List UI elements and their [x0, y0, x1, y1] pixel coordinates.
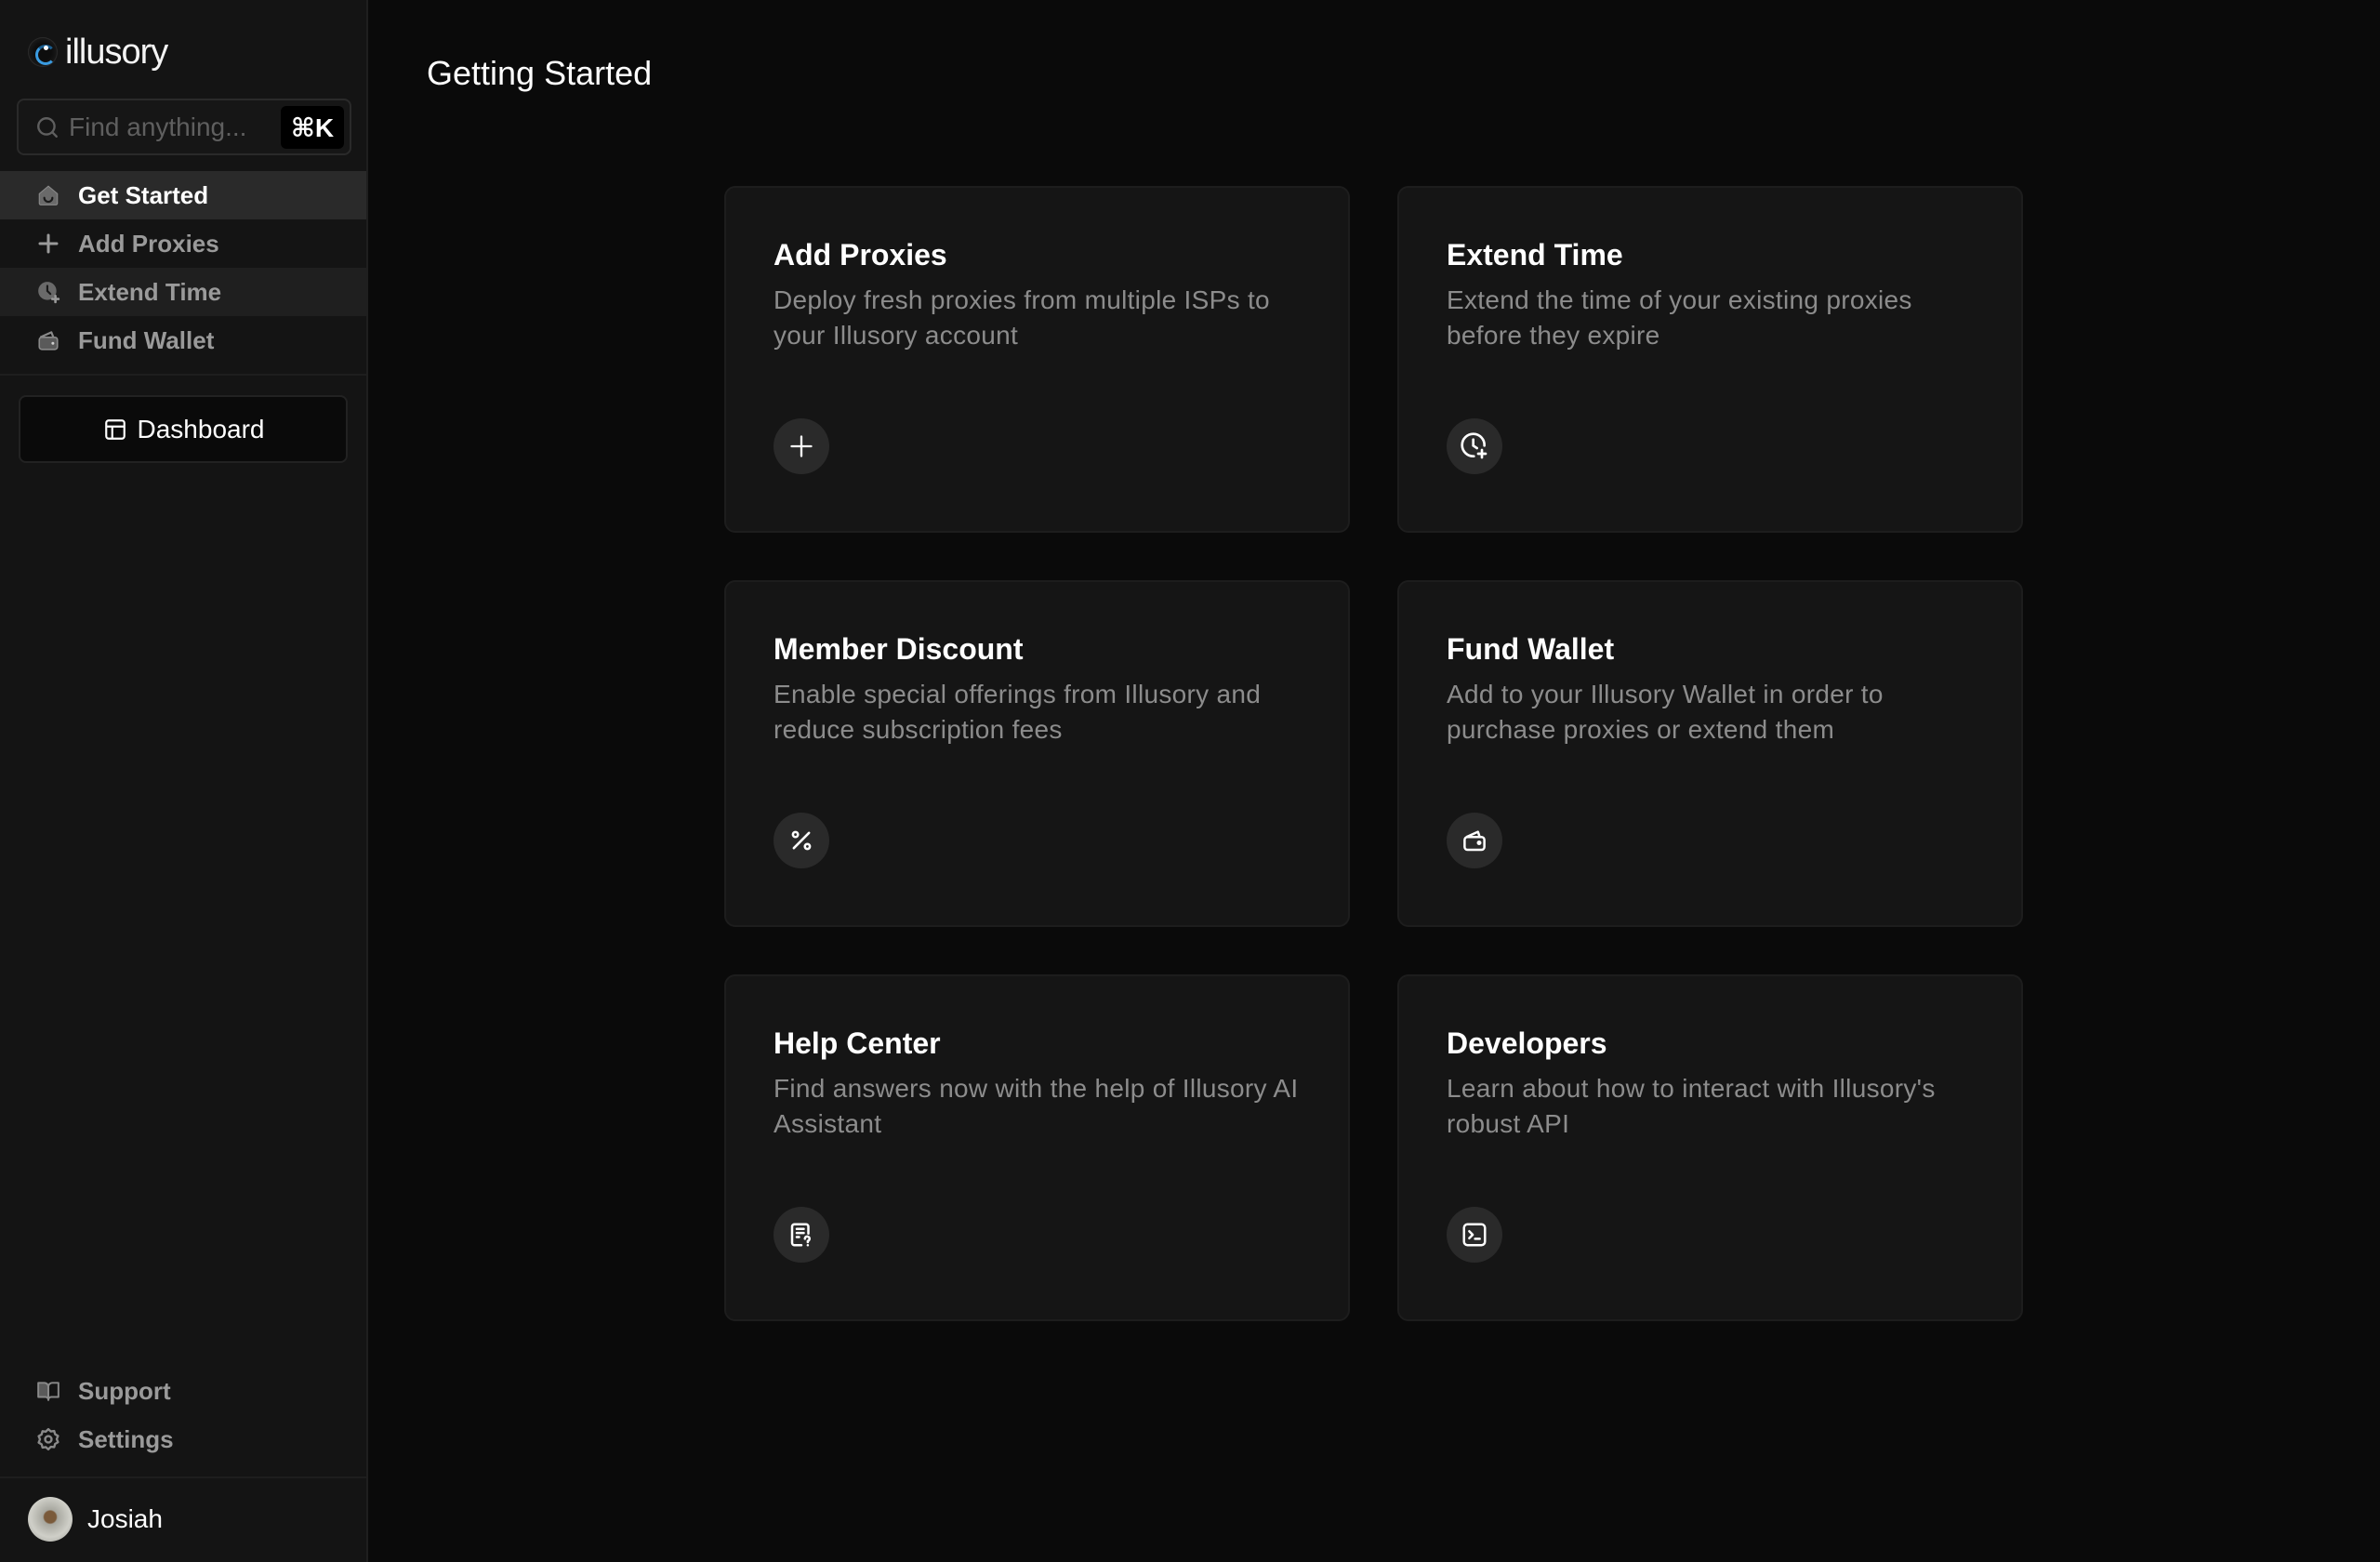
sidebar-item-label: Extend Time [78, 277, 222, 306]
card-title: Fund Wallet [1447, 632, 1615, 666]
card-title: Help Center [774, 1026, 941, 1060]
sidebar-item-settings[interactable]: Settings [0, 1415, 366, 1463]
sidebar-divider [0, 1476, 366, 1478]
sidebar: illusory ⌘K Get Started Add Proxies Exte… [0, 0, 368, 1562]
clock-plus-icon [35, 279, 61, 305]
sidebar-item-label: Support [78, 1376, 171, 1405]
gear-icon [35, 1426, 61, 1452]
app-name: illusory [65, 33, 168, 72]
card-extend-time[interactable]: Extend Time Extend the time of your exis… [1397, 186, 2023, 533]
search-icon [35, 115, 60, 139]
sidebar-item-fund-wallet[interactable]: Fund Wallet [0, 316, 366, 364]
wallet-icon [1447, 813, 1502, 868]
search-shortcut-badge: ⌘K [281, 106, 344, 149]
search-box[interactable]: ⌘K [17, 99, 351, 155]
sidebar-item-extend-time[interactable]: Extend Time [0, 268, 366, 316]
sidebar-divider [0, 374, 366, 376]
dashboard-button[interactable]: Dashboard [19, 395, 348, 463]
sidebar-item-label: Add Proxies [78, 229, 219, 258]
card-description: Add to your Illusory Wallet in order to … [1447, 680, 1884, 744]
plus-icon [774, 418, 829, 474]
user-name: Josiah [87, 1504, 163, 1533]
card-title: Developers [1447, 1026, 1607, 1060]
eye-logo-icon [28, 37, 58, 67]
plus-icon [35, 231, 61, 257]
search-input[interactable] [69, 112, 275, 142]
card-description: Learn about how to interact with Illusor… [1447, 1074, 1936, 1138]
card-add-proxies[interactable]: Add Proxies Deploy fresh proxies from mu… [724, 186, 1350, 533]
terminal-icon [1447, 1207, 1502, 1263]
user-profile[interactable]: Josiah [28, 1497, 163, 1542]
sidebar-item-add-proxies[interactable]: Add Proxies [0, 219, 366, 268]
card-description: Extend the time of your existing proxies… [1447, 285, 1912, 350]
sidebar-item-get-started[interactable]: Get Started [0, 171, 366, 219]
dashboard-button-label: Dashboard [137, 414, 265, 443]
layout-icon [102, 417, 128, 443]
logo[interactable]: illusory [28, 32, 168, 73]
sidebar-item-label: Get Started [78, 180, 209, 209]
card-title: Extend Time [1447, 238, 1623, 271]
card-description: Deploy fresh proxies from multiple ISPs … [774, 285, 1270, 350]
page-title: Getting Started [427, 54, 653, 92]
card-fund-wallet[interactable]: Fund Wallet Add to your Illusory Wallet … [1397, 580, 2023, 927]
sidebar-item-label: Settings [78, 1424, 174, 1453]
sidebar-item-label: Fund Wallet [78, 325, 215, 354]
clock-plus-icon [1447, 418, 1502, 474]
card-title: Add Proxies [774, 238, 947, 271]
card-member-discount[interactable]: Member Discount Enable special offerings… [724, 580, 1350, 927]
card-title: Member Discount [774, 632, 1024, 666]
percent-icon [774, 813, 829, 868]
card-grid: Add Proxies Deploy fresh proxies from mu… [724, 186, 2023, 1321]
home-smile-icon [35, 182, 61, 208]
file-question-icon [774, 1207, 829, 1263]
book-open-icon [35, 1378, 61, 1404]
sidebar-bottom-nav: Support Settings [0, 1367, 366, 1463]
card-description: Find answers now with the help of Illuso… [774, 1074, 1299, 1138]
card-help-center[interactable]: Help Center Find answers now with the he… [724, 974, 1350, 1321]
card-developers[interactable]: Developers Learn about how to interact w… [1397, 974, 2023, 1321]
card-description: Enable special offerings from Illusory a… [774, 680, 1262, 744]
wallet-icon [35, 327, 61, 353]
sidebar-nav: Get Started Add Proxies Extend Time Fund… [0, 171, 366, 364]
sidebar-item-support[interactable]: Support [0, 1367, 366, 1415]
avatar [28, 1497, 73, 1542]
